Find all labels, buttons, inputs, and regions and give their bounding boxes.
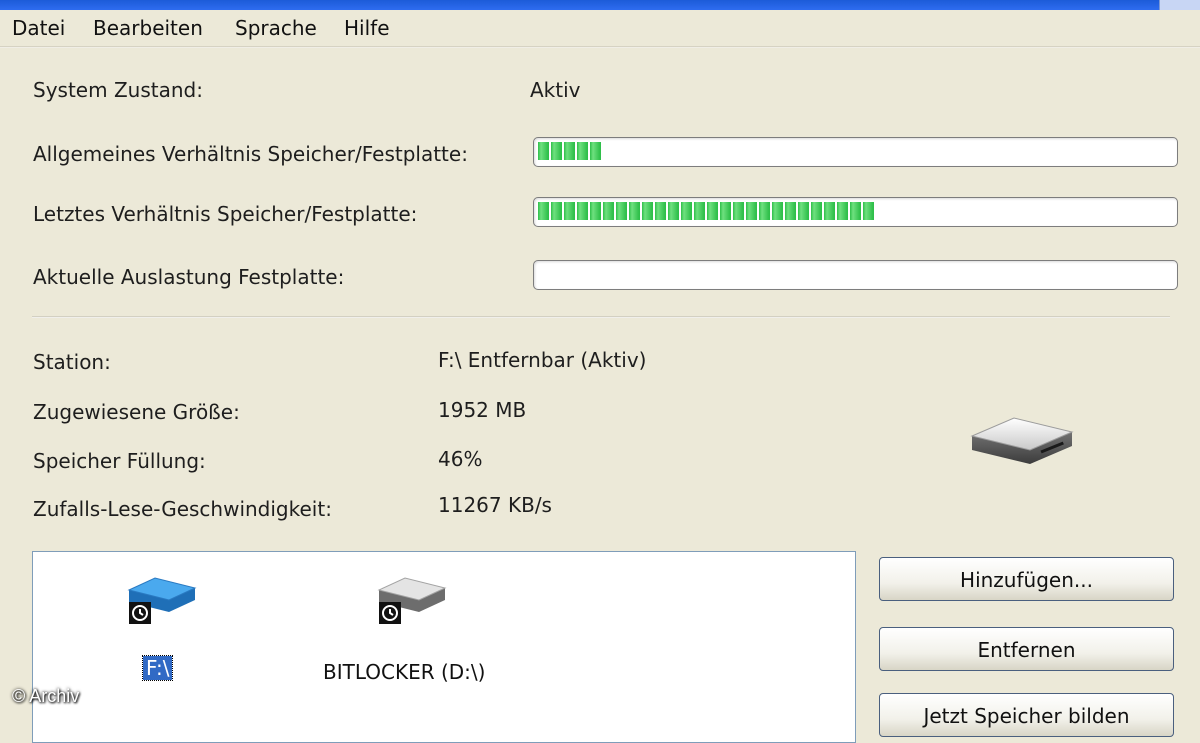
drive-list[interactable]: F:\ BITLOCKER (D:\) (32, 551, 856, 743)
ratio-general-progress-fill (538, 142, 603, 160)
hard-drive-icon (377, 577, 447, 624)
disk-load-label: Aktuelle Auslastung Festplatte: (33, 265, 345, 289)
drive-item-f[interactable]: F:\ (125, 572, 205, 681)
drive-item-bitlocker[interactable]: BITLOCKER (D:\) (323, 572, 523, 684)
disk-load-progress (533, 260, 1178, 290)
remove-button[interactable]: Entfernen (879, 627, 1174, 671)
cache-fill-value: 46% (438, 447, 483, 471)
station-label: Station: (33, 350, 111, 374)
ratio-last-progress (533, 197, 1178, 227)
ratio-last-label: Letztes Verhältnis Speicher/Festplatte: (33, 202, 418, 226)
system-status-value: Aktiv (530, 78, 581, 102)
removable-drive-icon (970, 417, 1074, 464)
drive-label-f[interactable]: F:\ (141, 655, 174, 681)
build-cache-button[interactable]: Jetzt Speicher bilden (879, 693, 1174, 737)
menu-hilfe[interactable]: Hilfe (344, 16, 390, 40)
station-value: F:\ Entfernbar (Aktiv) (438, 348, 647, 372)
system-status-label: System Zustand: (33, 78, 203, 102)
ratio-general-label: Allgemeines Verhältnis Speicher/Festplat… (33, 142, 468, 166)
add-button[interactable]: Hinzufügen... (879, 557, 1174, 601)
random-read-speed-value: 11267 KB/s (438, 493, 552, 517)
window-titlebar (0, 0, 1200, 10)
menu-separator (0, 46, 1200, 48)
usb-drive-icon (127, 577, 197, 624)
section-divider (32, 316, 1170, 318)
drive-label-bitlocker[interactable]: BITLOCKER (D:\) (323, 660, 485, 684)
menu-sprache[interactable]: Sprache (235, 16, 317, 40)
ratio-last-progress-fill (538, 202, 876, 220)
ratio-general-progress (533, 137, 1178, 167)
menu-bearbeiten[interactable]: Bearbeiten (93, 16, 203, 40)
copyright-watermark: © Archiv (12, 686, 80, 706)
close-button-edge[interactable] (1159, 0, 1200, 10)
random-read-speed-label: Zufalls-Lese-Geschwindigkeit: (33, 497, 332, 521)
cache-fill-label: Speicher Füllung: (33, 449, 206, 473)
menu-bar: Datei Bearbeiten Sprache Hilfe (0, 10, 1200, 46)
menu-datei[interactable]: Datei (12, 16, 65, 40)
allocated-size-value: 1952 MB (438, 398, 527, 422)
allocated-size-label: Zugewiesene Größe: (33, 400, 240, 424)
